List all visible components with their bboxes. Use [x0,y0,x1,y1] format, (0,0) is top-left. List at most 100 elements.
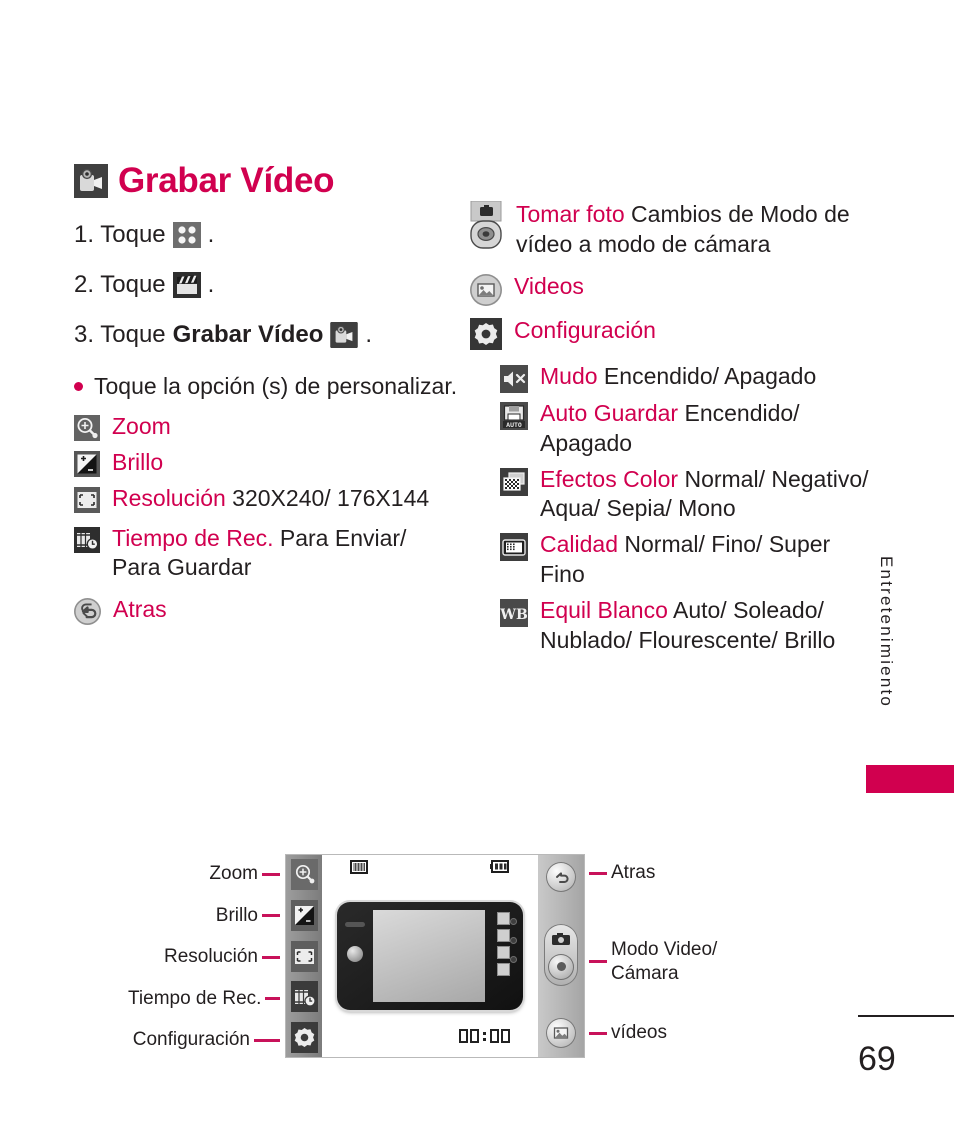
option-tiempo-de-rec: Tiempo de Rec. Para Enviar/ Para Guardar [74,524,459,584]
setting-equil-blanco-text: Equil Blanco Auto/ Soleado/ Nublado/ Flo… [540,596,880,656]
diagram-label-configuracion: Configuración [128,1024,280,1056]
gear-icon [470,317,502,350]
phone-home-key [347,946,363,962]
setting-calidad: Calidad Normal/ Fino/ Super Fino [500,530,880,590]
option-brillo: Brillo [74,448,459,478]
setting-mudo-value: Encendido/ Apagado [597,362,817,389]
option-atras-text: Atras [113,595,459,625]
sd-card-icon [350,860,368,879]
clapperboard-icon [172,272,201,298]
phone-speaker [345,922,365,927]
option-resolucion-label: Resolución [112,484,226,511]
settings-sublist: Mudo Encendido/ Apagado AUTO Auto Guarda [500,362,880,656]
step-1-period: . [207,221,215,248]
mode-toggle-video-camera[interactable] [544,924,578,986]
auto-save-icon: AUTO [500,401,528,430]
white-balance-icon: WB [500,599,528,628]
option-configuracion-text: Configuración [514,316,880,346]
option-configuracion: Configuración [470,316,880,350]
diagram-label-modo: Modo Video/ Cámara [589,938,717,986]
diagram-label-resolucion: Resolución [128,941,280,973]
option-atras: Atras [74,595,459,626]
camcorder-icon [74,163,108,198]
option-tomar-foto: Tomar foto Cambios de Modo de vídeo a mo… [470,200,880,260]
option-tomar-foto-text: Tomar foto Cambios de Modo de vídeo a mo… [516,200,880,260]
gallery-icon[interactable] [546,1018,576,1048]
option-resolucion-value: 320X240/ 176X144 [225,484,430,511]
setting-efectos-color: Efectos Color Normal/ Negativo/ Aqua/ Se… [500,465,880,525]
setting-auto-guardar: AUTO Auto Guardar Encendido/ Apagado [500,399,880,459]
svg-text:AUTO: AUTO [506,421,522,429]
rec-time-icon[interactable] [290,981,318,1013]
step-2-text: 2. Toque [74,271,166,298]
option-videos-text: Videos [514,272,880,302]
section-tab-label: Entretenimiento [877,556,896,709]
quality-icon [500,533,528,562]
resolution-icon [74,486,100,513]
option-tomar-foto-label: Tomar foto [516,201,625,227]
viewfinder-left-toolbar [286,855,322,1057]
gallery-icon [470,273,502,306]
battery-icon [490,860,510,879]
option-zoom-label: Zoom [112,412,171,439]
setting-efectos-color-text: Efectos Color Normal/ Negativo/ Aqua/ Se… [540,465,880,525]
step-3: 3. Toque Grabar Vídeo . [74,322,459,348]
diagram-label-resolucion-text: Resolución [164,946,258,967]
phone-photo [337,902,523,1010]
viewfinder-mockup [285,854,585,1058]
diagram-label-tiempo-text: Tiempo de Rec. [128,987,262,1009]
page-title: Grabar Vídeo [74,161,335,200]
zoom-magnifier-icon [74,414,100,441]
setting-auto-guardar-label: Auto Guardar [540,399,679,426]
setting-calidad-label: Calidad [540,531,618,558]
viewfinder-timer [459,1029,510,1043]
step-3-bold-label: Grabar Vídeo [172,321,324,348]
option-videos-label: Videos [514,272,584,299]
bullet-dot [74,382,83,391]
page-number: 69 [858,1040,896,1078]
option-tiempo-de-rec-label: Tiempo de Rec. [112,524,274,551]
diagram-left-labels: Zoom Brillo Resolución Tiempo de Rec. Co… [128,852,280,1062]
back-arrow-icon[interactable] [546,862,576,892]
leader-line [262,955,280,959]
leader-line [589,871,607,875]
viewfinder-diagram: Zoom Brillo Resolución Tiempo de Rec. Co… [128,852,768,1062]
left-column: 1. Toque . 2. Toque . 3. Toque Grabar Ví… [74,222,459,631]
option-zoom: Zoom [74,412,459,442]
manual-page: Grabar Vídeo 1. Toque . 2. Toque . 3. To… [0,0,954,1145]
diagram-label-brillo: Brillo [128,900,280,932]
leader-line [262,872,280,876]
diagram-label-brillo-text: Brillo [215,904,258,926]
option-atras-label: Atras [113,596,167,623]
camcorder-icon [330,322,359,348]
customize-bullet-text: Toque la opción (s) de personalizar. [94,373,458,399]
resolution-icon[interactable] [290,940,318,972]
option-tiempo-de-rec-text: Tiempo de Rec. Para Enviar/ Para Guardar [112,524,459,584]
setting-equil-blanco-label: Equil Blanco [540,597,668,624]
camera-mode-icon [470,201,504,249]
step-3-text: 3. Toque [74,321,166,348]
step-3-period: . [365,321,373,348]
customize-bullet: Toque la opción (s) de personalizar. [74,372,459,402]
phone-screen [373,910,485,1002]
diagram-label-atras: Atras [589,862,655,884]
option-zoom-text: Zoom [112,412,459,442]
zoom-magnifier-icon[interactable] [290,859,318,890]
option-brillo-text: Brillo [112,448,459,478]
diagram-label-configuracion-text: Configuración [132,1029,250,1050]
diagram-label-modo-line2: Cámara [611,962,679,984]
record-button[interactable] [548,953,574,980]
setting-mudo-label: Mudo [540,362,598,389]
setting-mudo-text: Mudo Encendido/ Apagado [540,362,880,392]
back-arrow-icon [74,598,101,626]
leader-line [589,960,607,964]
leader-line [262,914,280,917]
viewfinder-status-icons [322,860,538,879]
svg-text:WB: WB [500,607,528,623]
step-2: 2. Toque . [74,272,459,298]
gear-icon[interactable] [290,1022,318,1053]
grid-four-dots-icon [172,222,201,248]
brightness-icon[interactable] [290,899,318,931]
step-1-text: 1. Toque [74,221,166,248]
page-title-text: Grabar Vídeo [118,161,335,200]
